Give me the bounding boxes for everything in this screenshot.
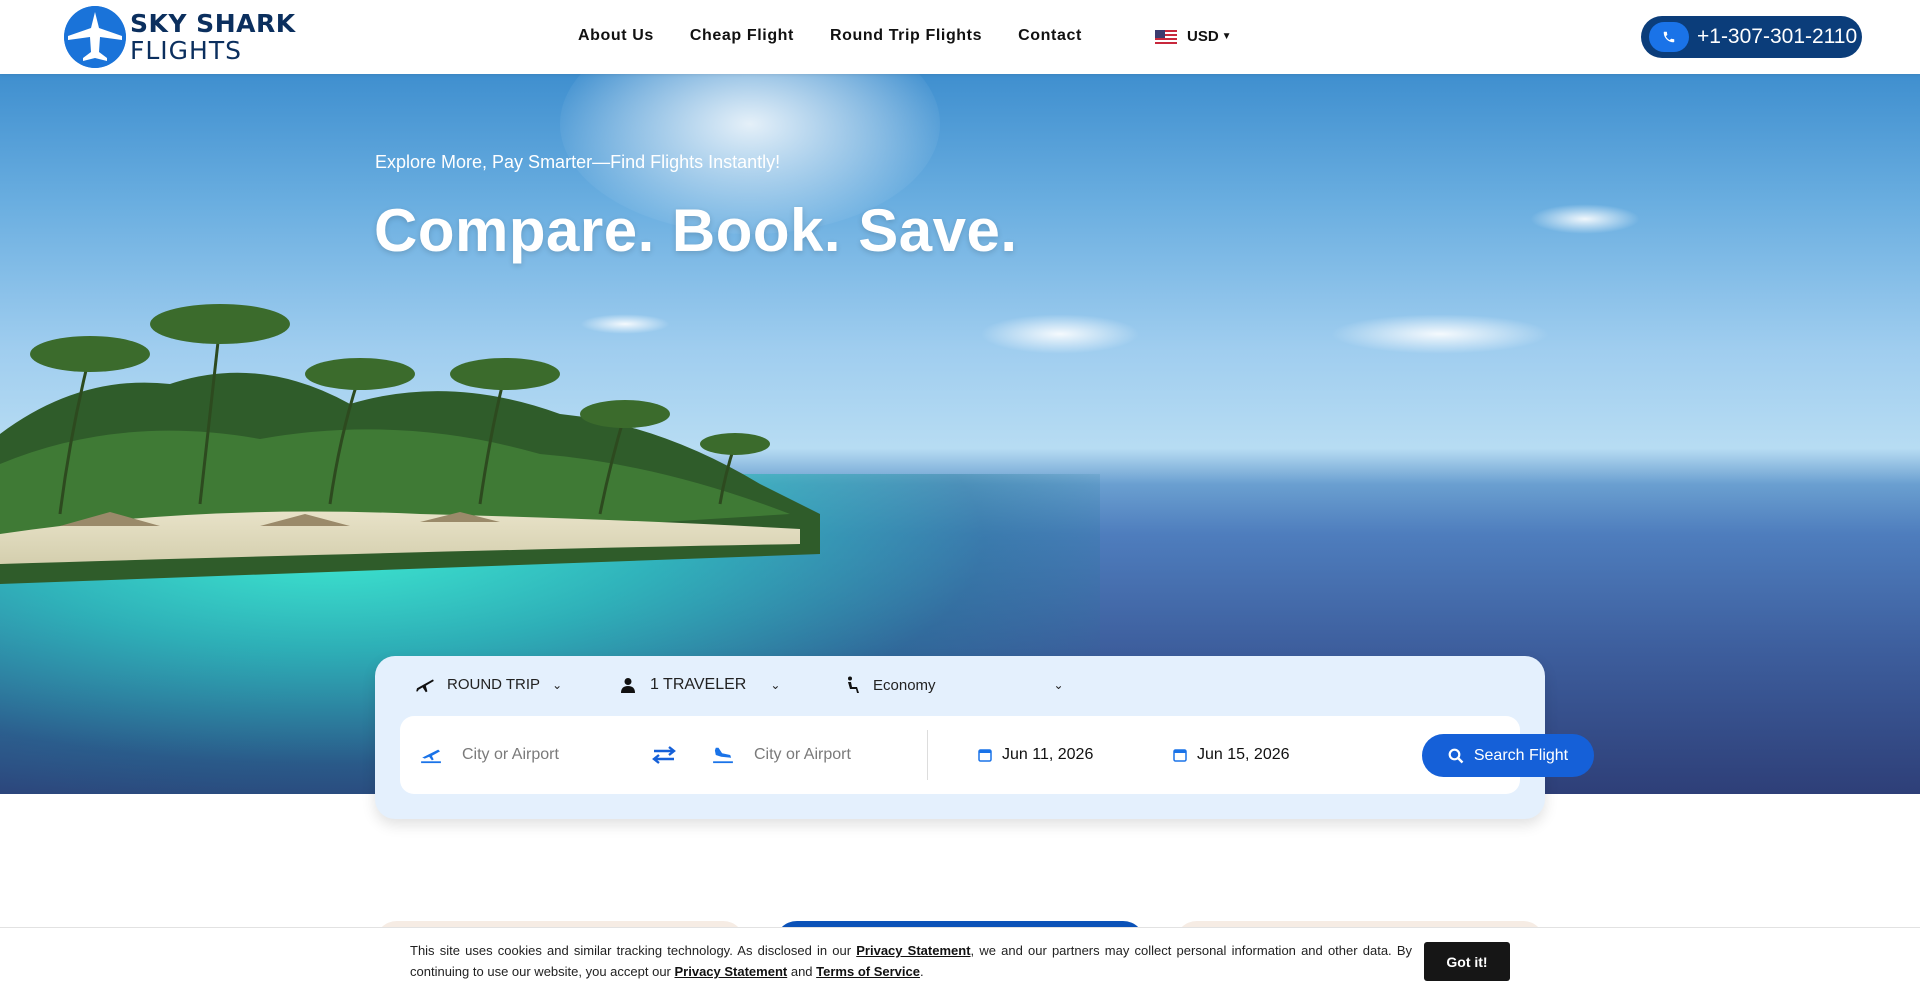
chevron-down-icon: ⌄ — [1053, 678, 1064, 692]
cloud — [1530, 204, 1640, 234]
trip-type-label: ROUND TRIP — [447, 676, 541, 693]
nav-cheap-flight[interactable]: Cheap Flight — [690, 27, 794, 45]
caret-down-icon: ▼ — [1221, 31, 1232, 42]
calendar-icon — [978, 749, 992, 762]
palm-island-image — [0, 304, 820, 584]
to-field[interactable]: City or Airport — [712, 716, 922, 794]
nav-round-trip-flights[interactable]: Round Trip Flights — [830, 27, 982, 45]
phone-number: +1-307-301-2110 — [1697, 25, 1858, 48]
search-flight-button[interactable]: Search Flight — [1422, 734, 1594, 777]
search-flight-label: Search Flight — [1473, 746, 1569, 764]
travelers-dropdown[interactable]: 1 TRAVELER ⌄ — [620, 676, 780, 694]
hero-subtitle: Explore More, Pay Smarter—Find Flights I… — [375, 152, 781, 172]
main-nav: About Us Cheap Flight Round Trip Flights… — [578, 27, 1118, 45]
landing-icon — [713, 747, 733, 764]
seat-icon — [848, 676, 859, 693]
cookie-message: This site uses cookies and similar track… — [410, 940, 1412, 982]
airplane-logo-icon — [64, 6, 126, 68]
nav-contact[interactable]: Contact — [1018, 27, 1082, 45]
depart-date-field[interactable]: Jun 11, 2026 — [978, 716, 1158, 794]
trip-type-dropdown[interactable]: ROUND TRIP ⌄ — [415, 676, 562, 693]
nav-about-us[interactable]: About Us — [578, 27, 654, 45]
accept-cookies-button[interactable]: Got it! — [1424, 942, 1510, 981]
travelers-label: 1 TRAVELER — [650, 676, 747, 693]
cloud — [980, 314, 1140, 354]
currency-label: USD — [1187, 28, 1219, 45]
return-date-field[interactable]: Jun 15, 2026 — [1173, 716, 1353, 794]
cookie-banner: This site uses cookies and similar track… — [0, 927, 1920, 993]
us-flag-icon — [1155, 29, 1177, 44]
from-field[interactable]: City or Airport — [420, 716, 650, 794]
phone-call-button[interactable]: +1-307-301-2110 — [1641, 16, 1862, 58]
cookie-text: . — [919, 964, 924, 979]
cookie-text: and — [787, 964, 817, 979]
to-input[interactable]: City or Airport — [754, 746, 851, 764]
cabin-class-label: Economy — [873, 676, 936, 694]
chevron-down-icon: ⌄ — [552, 677, 563, 692]
depart-date-value: Jun 11, 2026 — [1002, 746, 1094, 763]
calendar-icon — [1173, 749, 1187, 762]
privacy-statement-link[interactable]: Privacy Statement — [675, 964, 788, 979]
privacy-statement-link[interactable]: Privacy Statement — [856, 943, 970, 958]
flight-search-panel: ROUND TRIP ⌄ 1 TRAVELER ⌄ Economy ⌄ City… — [375, 656, 1594, 819]
cookie-text: This site uses cookies and similar track… — [410, 943, 857, 958]
terms-of-service-link[interactable]: Terms of Service — [816, 964, 920, 979]
site-header: SKY SHARK FLIGHTS About Us Cheap Flight … — [0, 0, 1920, 74]
logo[interactable]: SKY SHARK FLIGHTS — [64, 6, 296, 68]
hero-title: Compare. Book. Save. — [374, 197, 1018, 264]
from-input[interactable]: City or Airport — [462, 746, 559, 764]
logo-text-line2: FLIGHTS — [130, 36, 242, 65]
cloud — [1330, 314, 1550, 354]
cabin-class-dropdown[interactable]: Economy ⌄ — [845, 676, 1064, 694]
return-date-value: Jun 15, 2026 — [1197, 746, 1290, 763]
swap-airports-button[interactable] — [650, 716, 680, 794]
currency-selector[interactable]: USD ▼ — [1155, 28, 1232, 45]
search-fields-row: City or Airport City or Airport Jun 11, … — [400, 716, 1594, 794]
phone-icon — [1649, 22, 1689, 52]
user-icon — [621, 678, 635, 693]
logo-text-line1: SKY SHARK — [130, 9, 296, 38]
airplane-icon — [416, 678, 434, 692]
chevron-down-icon: ⌄ — [770, 678, 781, 692]
swap-arrows-icon — [652, 746, 676, 764]
divider — [927, 730, 928, 780]
takeoff-icon — [421, 749, 441, 764]
search-icon — [1448, 748, 1464, 763]
